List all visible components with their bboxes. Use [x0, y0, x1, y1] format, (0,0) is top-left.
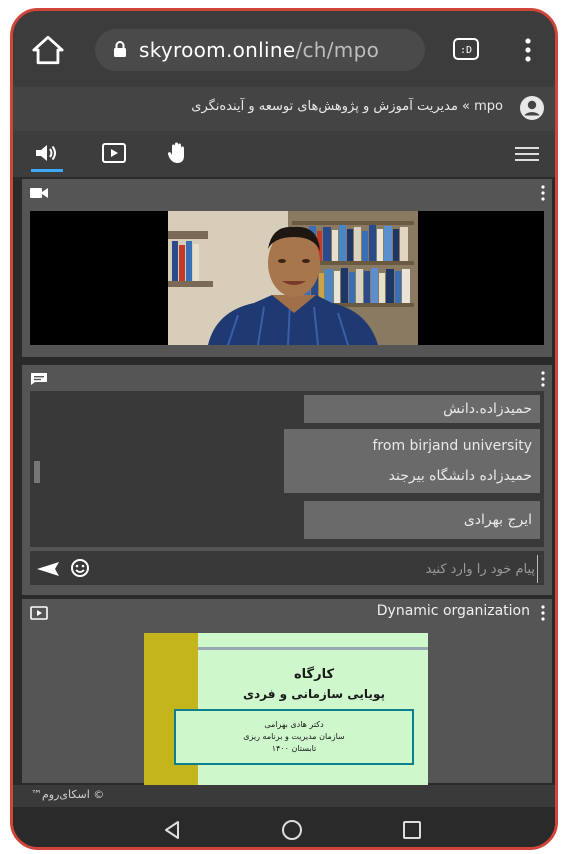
- android-nav-bar: [13, 807, 555, 847]
- chat-message-list[interactable]: حمیدزاده.دانش from birjand university حم…: [30, 391, 544, 547]
- video-camera-icon: [30, 188, 48, 198]
- webcam-feed: [168, 211, 418, 345]
- send-icon[interactable]: [36, 561, 60, 577]
- lock-icon: [114, 41, 126, 57]
- slide-info-box: دکتر هادی بهرامی سازمان مدیریت و برنامه …: [174, 709, 414, 765]
- presentation-title: Dynamic organization: [376, 603, 530, 619]
- room-toolbar: [13, 131, 555, 177]
- presentation-panel-header: Dynamic organization: [22, 599, 552, 627]
- address-field[interactable]: skyroom.online/ch/mpo: [95, 29, 425, 71]
- slide-subtitle: پویایی سازمانی و فردی: [243, 687, 385, 701]
- copyright-text: © اسکای‌روم™: [31, 788, 105, 801]
- chat-message-text: حمیدزاده.دانش: [443, 401, 532, 417]
- raise-hand-icon[interactable]: [165, 141, 191, 165]
- url-path: /ch/mpo: [295, 38, 380, 62]
- chat-message-text: ایرج بهرادی: [463, 512, 532, 528]
- back-icon[interactable]: [161, 819, 183, 841]
- presentation-panel: Dynamic organization کارگاه پویایی سازما…: [22, 599, 552, 785]
- slide-organization: سازمان مدیریت و برنامه ریزی: [243, 732, 345, 741]
- chat-message-input[interactable]: [93, 555, 538, 583]
- slide-title: کارگاه: [293, 667, 335, 682]
- chat-message: ایرج بهرادی: [304, 501, 540, 539]
- url-host: skyroom.online: [139, 38, 296, 62]
- slide-presenter: دکتر هادی بهرامی: [264, 720, 324, 729]
- recents-icon[interactable]: [401, 819, 423, 841]
- browser-url-bar: skyroom.online/ch/mpo :D: [13, 11, 555, 87]
- chat-panel-menu-icon[interactable]: [540, 371, 546, 387]
- presentation-slide[interactable]: کارگاه پویایی سازمانی و فردی دکتر هادی ب…: [144, 633, 428, 785]
- audio-icon[interactable]: [33, 141, 59, 165]
- slide-rule: [198, 647, 428, 650]
- presentation-panel-menu-icon[interactable]: [540, 605, 546, 621]
- slide-date: تابستان ۱۴۰۰: [271, 744, 317, 753]
- tab-switcher-button[interactable]: :D: [453, 38, 479, 60]
- home-circle-icon[interactable]: [281, 819, 303, 841]
- hamburger-menu-icon[interactable]: [515, 145, 539, 163]
- breadcrumb[interactable]: mpo » مدیریت آموزش و پژوهش‌های توسعه و آ…: [191, 99, 503, 114]
- chat-panel: حمیدزاده.دانش from birjand university حم…: [22, 365, 552, 595]
- url-text: skyroom.online/ch/mpo: [139, 29, 379, 71]
- chat-scrollbar[interactable]: [34, 461, 40, 483]
- room-header: mpo » مدیریت آموزش و پژوهش‌های توسعه و آ…: [13, 87, 555, 131]
- video-panel-header: [22, 179, 552, 207]
- chat-message-text: from birjand university: [372, 438, 533, 454]
- phone-frame: skyroom.online/ch/mpo :D mpo » مدیریت آم…: [10, 8, 558, 850]
- account-circle-icon[interactable]: [519, 95, 545, 121]
- chat-message: حمیدزاده.دانش: [304, 395, 540, 423]
- video-panel: [22, 179, 552, 357]
- chat-icon: [31, 373, 47, 385]
- video-panel-menu-icon[interactable]: [540, 185, 546, 201]
- emoji-icon[interactable]: [70, 558, 90, 578]
- more-vert-icon[interactable]: [518, 35, 538, 65]
- chat-message-text: حمیدزاده دانشگاه بیرجند: [388, 468, 532, 484]
- presentation-icon[interactable]: [101, 141, 127, 165]
- chat-message: from birjand university حمیدزاده دانشگاه…: [284, 429, 540, 493]
- chat-panel-header: [22, 365, 552, 393]
- video-stream[interactable]: [30, 211, 544, 345]
- chat-composer: [30, 551, 544, 585]
- presentation-icon: [30, 606, 48, 620]
- active-tab-indicator: [31, 169, 63, 172]
- page-footer: © اسکای‌روم™: [13, 785, 555, 807]
- home-icon[interactable]: [31, 33, 65, 67]
